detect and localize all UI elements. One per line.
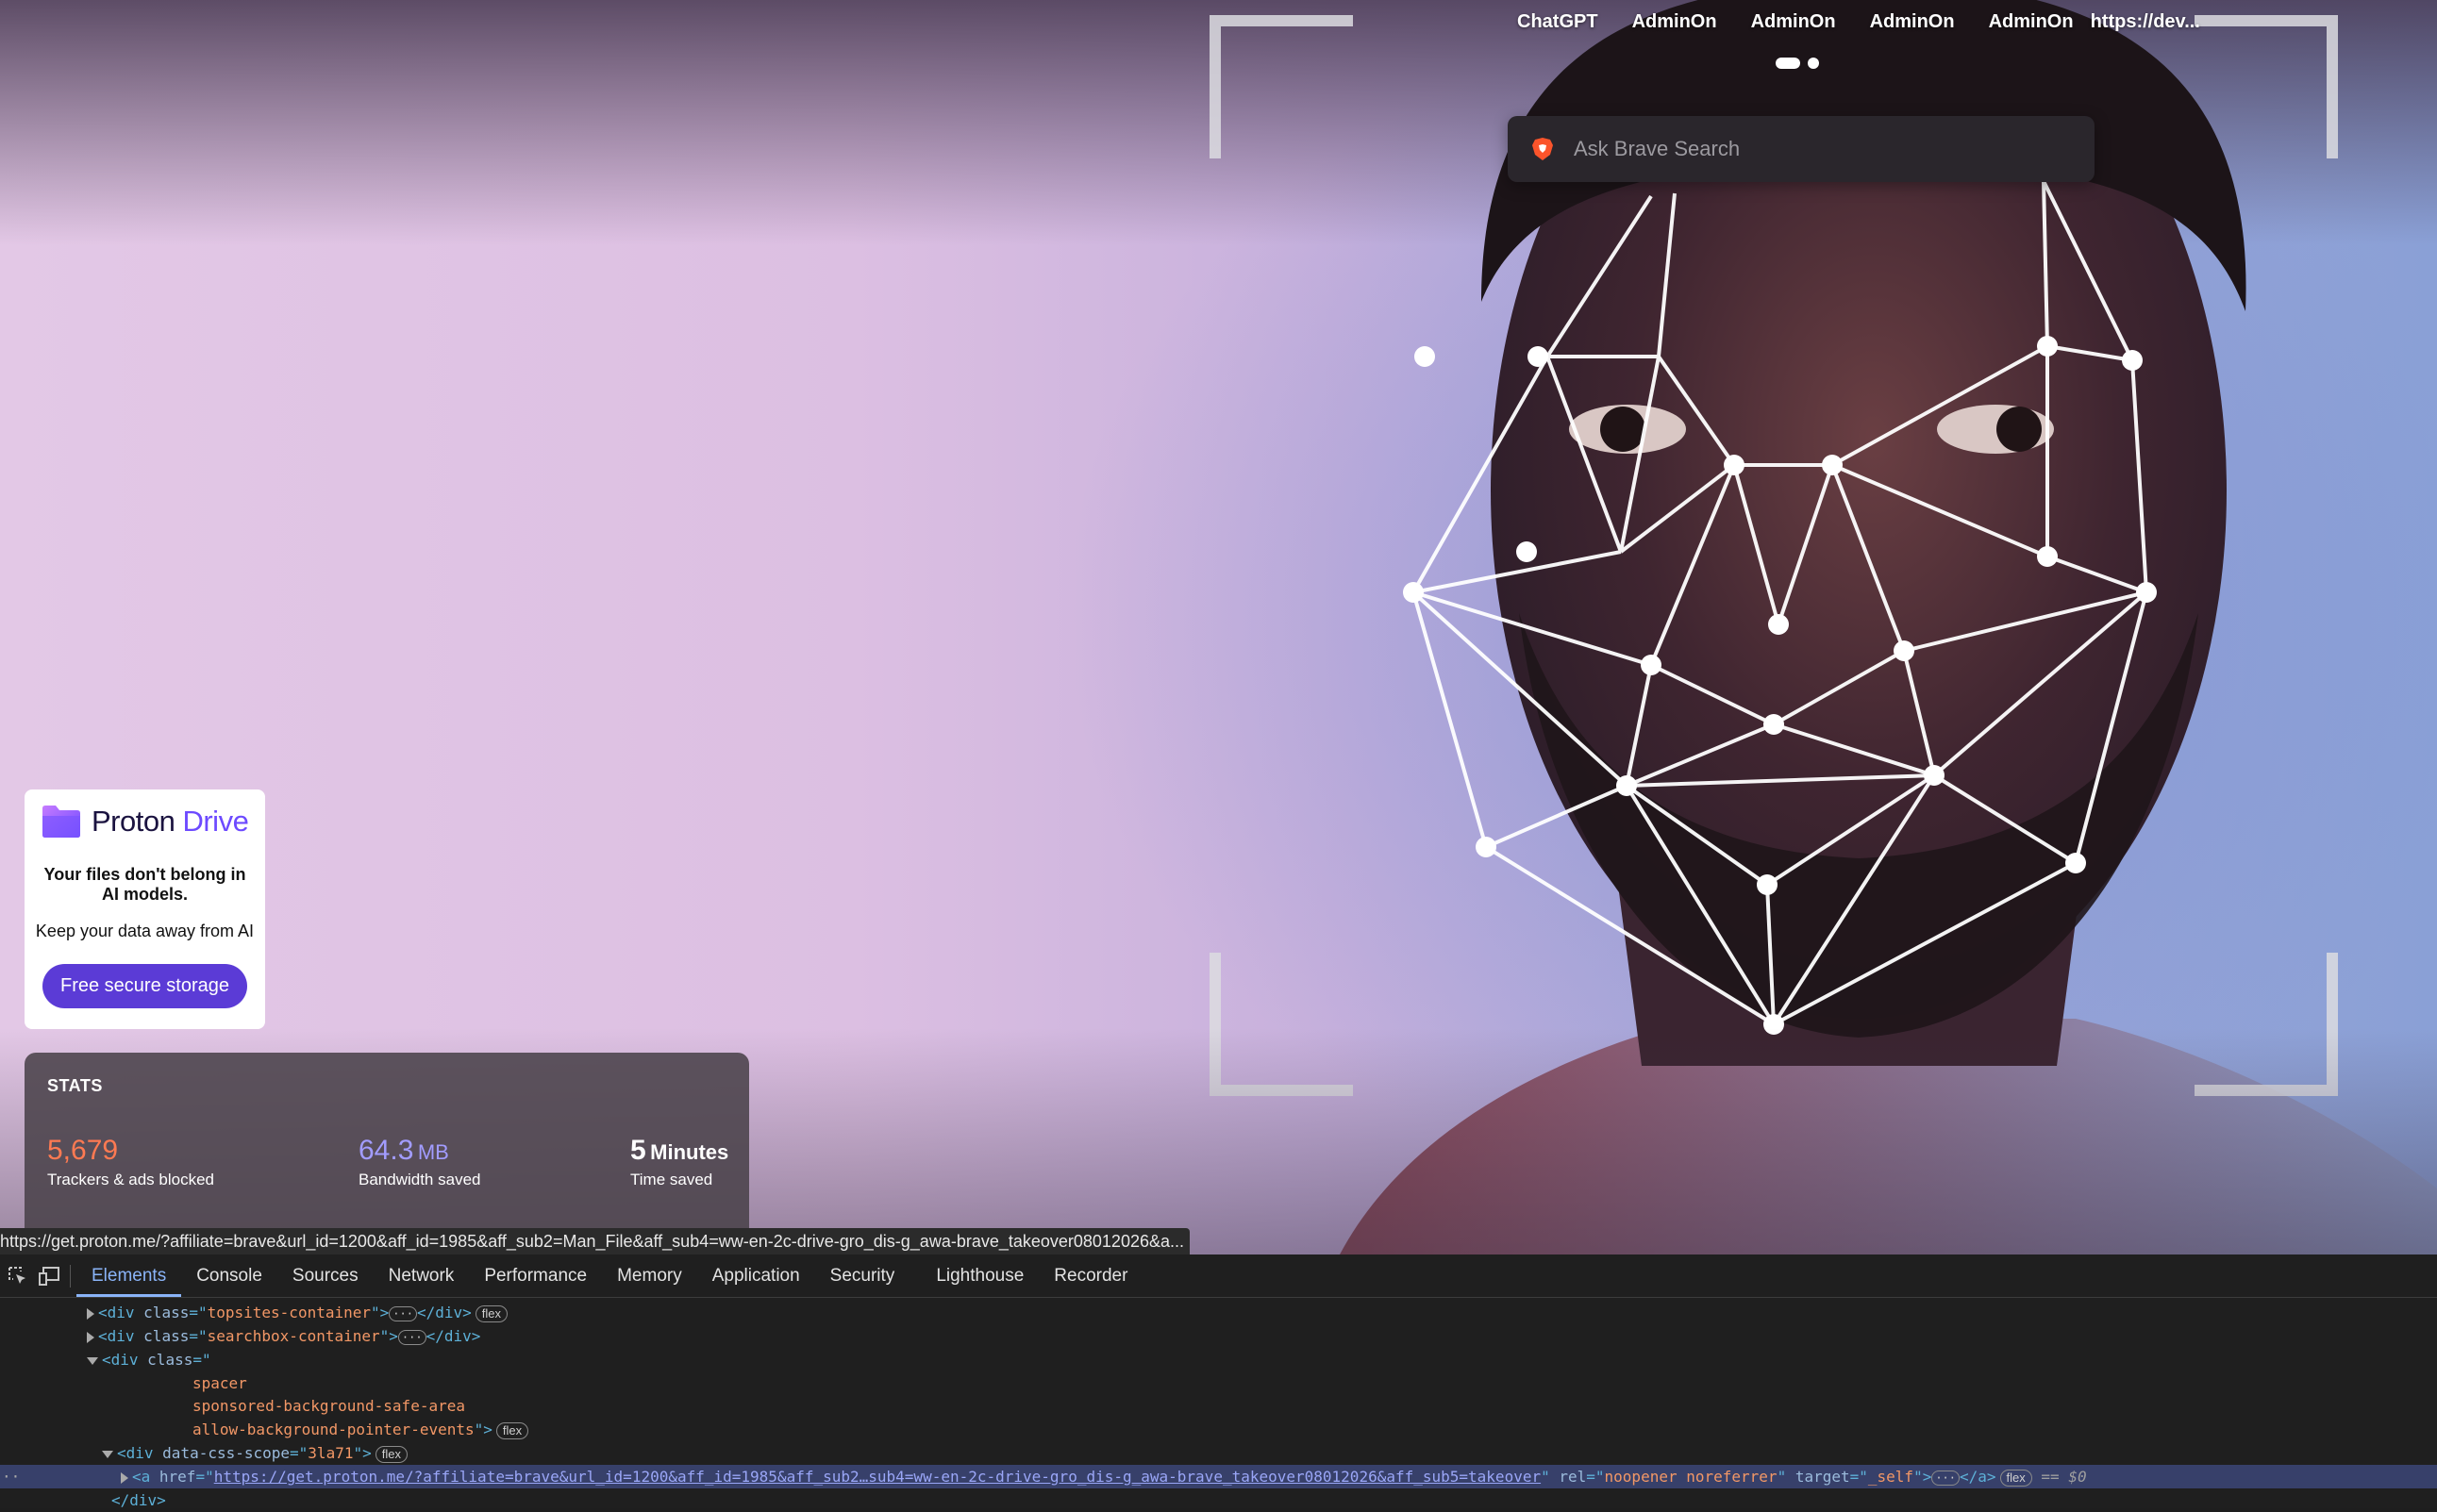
stats-widget: STATS 5,679 Trackers & ads blocked 64.3 … [25,1053,749,1228]
pagination-dot-active[interactable] [1776,58,1800,69]
close-tag: </div> [111,1491,166,1509]
attr-value: allow-background-pointer-events [192,1421,475,1438]
row-options-icon[interactable]: ·· [2,1465,20,1488]
pagination-dot[interactable] [1808,58,1819,69]
topsite-dev[interactable]: https://dev... [2091,8,2217,37]
brave-lion-icon [1532,138,1553,160]
flex-badge[interactable]: flex [475,1304,508,1322]
background-wallpaper-face-scan [1340,0,2437,1254]
tabbar-separator [70,1264,71,1288]
tab-lighthouse[interactable]: Lighthouse [910,1254,1039,1297]
device-toolbar-icon[interactable] [36,1262,64,1290]
ellipsis-icon[interactable]: ··· [397,1329,426,1345]
devtools-panel: Elements Console Sources Network Perform… [0,1254,2437,1509]
dom-node-anchor-selected[interactable]: <a href="https://get.proton.me/?affiliat… [0,1465,2437,1488]
scan-corner-bracket [1210,953,1353,1096]
flex-badge[interactable]: flex [375,1445,408,1463]
topsites-pagination [1776,58,1819,69]
attr-value: _self [1867,1468,1914,1486]
ellipsis-icon[interactable]: ··· [389,1305,417,1321]
tab-elements[interactable]: Elements [76,1254,182,1297]
devtools-tabbar: Elements Console Sources Network Perform… [0,1254,2437,1298]
stat-trackers: 5,679 Trackers & ads blocked [47,1135,214,1189]
expand-triangle-icon[interactable] [87,1331,94,1343]
attr-value: 3la71 [308,1444,354,1462]
attr-value: noopener noreferrer [1604,1468,1778,1486]
stat-bandwidth-value: 64.3 [359,1135,414,1166]
topsite-adminon[interactable]: AdminOn [1972,8,2091,37]
attr-value: sponsored-background-safe-area [192,1397,465,1415]
collapse-triangle-icon[interactable] [102,1450,113,1458]
tab-security[interactable]: Security [815,1254,910,1297]
proton-drive-folder-icon [42,806,80,838]
searchbox-container [1508,116,2095,182]
tab-memory[interactable]: Memory [602,1254,697,1297]
collapse-triangle-icon[interactable] [87,1356,98,1365]
tab-sources[interactable]: Sources [277,1254,374,1297]
dom-class-line: sponsored-background-safe-area [0,1394,465,1418]
flex-badge[interactable]: flex [1999,1469,2032,1487]
stat-bandwidth: 64.3 MB Bandwidth saved [359,1135,480,1189]
topsite-adminon[interactable]: AdminOn [1853,8,1972,37]
dom-close-div: </div> [0,1488,166,1512]
attr-value: spacer [192,1374,247,1392]
promo-subtext: Keep your data away from AI [35,922,255,940]
topsite-adminon[interactable]: AdminOn [1734,8,1853,37]
sponsored-card[interactable]: Proton Drive Your files don't belong in … [25,789,265,1029]
attr-value: topsites-container [207,1304,371,1321]
stat-time: 5 Minutes Time saved [630,1135,728,1189]
scan-corner-bracket [1210,15,1353,158]
stat-time-value: 5 [630,1135,646,1166]
tab-application[interactable]: Application [697,1254,815,1297]
expand-triangle-icon[interactable] [87,1307,94,1320]
brand-name: Proton [92,805,175,838]
tab-performance[interactable]: Performance [469,1254,602,1297]
attr-value: searchbox-container [207,1327,380,1345]
dom-class-line: allow-background-pointer-events"> flex [0,1418,529,1441]
dom-node-css-scope[interactable]: <div data-css-scope="3la71"> flex [0,1441,408,1465]
flex-badge[interactable]: flex [495,1421,529,1439]
promo-headline: Your files don't belong in AI models. [43,865,246,904]
stat-trackers-label: Trackers & ads blocked [47,1171,214,1188]
topsite-chatgpt[interactable]: ChatGPT [1500,8,1615,37]
inspect-element-icon[interactable] [4,1262,32,1290]
scan-corner-bracket [2195,953,2338,1096]
link-status-url: https://get.proton.me/?affiliate=brave&u… [0,1228,1190,1254]
dom-class-line: spacer [0,1371,247,1395]
brand-product: Drive [182,805,249,838]
tab-network[interactable]: Network [374,1254,470,1297]
topsite-adminon[interactable]: AdminOn [1615,8,1734,37]
selected-node-ref: == $0 [2041,1468,2087,1486]
stat-time-label: Time saved [630,1171,713,1188]
ellipsis-icon[interactable]: ··· [1931,1470,1961,1486]
stats-title: STATS [47,1076,103,1095]
topsites-container: ChatGPT AdminOn AdminOn AdminOn AdminOn … [1500,8,2217,37]
dom-node-topsites[interactable]: <div class="topsites-container"> ··· </div… [0,1301,508,1324]
new-tab-page: ChatGPT AdminOn AdminOn AdminOn AdminOn … [0,0,2437,1254]
dom-node-searchbox[interactable]: <div class="searchbox-container"> ··· </di… [0,1324,480,1348]
stat-bandwidth-label: Bandwidth saved [359,1171,481,1188]
proton-drive-logo: Proton Drive [25,789,265,840]
free-secure-storage-button[interactable]: Free secure storage [42,964,247,1008]
stat-time-unit: Minutes [650,1140,729,1164]
search-input[interactable] [1572,136,2066,162]
href-link[interactable]: https://get.proton.me/?affiliate=brave&u… [214,1468,1541,1486]
expand-triangle-icon[interactable] [121,1471,128,1484]
tab-console[interactable]: Console [181,1254,277,1297]
stat-trackers-value: 5,679 [47,1135,119,1166]
tab-recorder[interactable]: Recorder [1039,1254,1143,1297]
stat-bandwidth-unit: MB [417,1140,449,1164]
dom-node-spacer[interactable]: <div class=" [0,1348,211,1371]
